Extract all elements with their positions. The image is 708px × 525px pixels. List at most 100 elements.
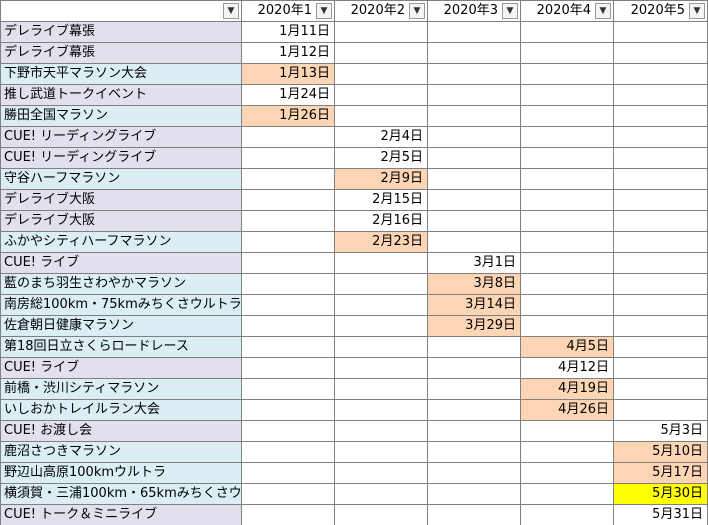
filter-dropdown-button[interactable]: ▼: [502, 3, 518, 19]
empty-cell[interactable]: [614, 64, 708, 85]
event-name-cell[interactable]: デレライブ大阪: [0, 190, 242, 211]
event-name-cell[interactable]: デレライブ大阪: [0, 211, 242, 232]
date-cell[interactable]: 2月16日: [335, 211, 428, 232]
date-cell[interactable]: 1月12日: [242, 43, 335, 64]
empty-cell[interactable]: [614, 232, 708, 253]
date-cell[interactable]: 3月8日: [428, 274, 521, 295]
date-cell[interactable]: 4月5日: [521, 337, 614, 358]
event-name-cell[interactable]: CUE! お渡し会: [0, 421, 242, 442]
event-name-cell[interactable]: 横須賀・三浦100km・65kmみちくさウルトラ: [0, 484, 242, 505]
date-cell[interactable]: 5月31日: [614, 505, 708, 525]
event-name-cell[interactable]: 南房総100km・75kmみちくさウルトラマラソン: [0, 295, 242, 316]
empty-cell[interactable]: [242, 253, 335, 274]
date-cell[interactable]: 5月17日: [614, 463, 708, 484]
empty-cell[interactable]: [428, 442, 521, 463]
filter-dropdown-button[interactable]: ▼: [316, 3, 332, 19]
empty-cell[interactable]: [242, 463, 335, 484]
empty-cell[interactable]: [521, 22, 614, 43]
empty-cell[interactable]: [614, 274, 708, 295]
event-name-cell[interactable]: 下野市天平マラソン大会: [0, 64, 242, 85]
empty-cell[interactable]: [242, 379, 335, 400]
empty-cell[interactable]: [335, 358, 428, 379]
empty-cell[interactable]: [428, 64, 521, 85]
empty-cell[interactable]: [242, 211, 335, 232]
date-cell[interactable]: 2月4日: [335, 127, 428, 148]
date-cell[interactable]: 2月5日: [335, 148, 428, 169]
empty-cell[interactable]: [521, 505, 614, 525]
filter-dropdown-button[interactable]: ▼: [595, 3, 611, 19]
empty-cell[interactable]: [242, 127, 335, 148]
empty-cell[interactable]: [614, 337, 708, 358]
empty-cell[interactable]: [614, 148, 708, 169]
empty-cell[interactable]: [614, 127, 708, 148]
filter-dropdown-button[interactable]: ▼: [409, 3, 425, 19]
empty-cell[interactable]: [242, 274, 335, 295]
empty-cell[interactable]: [335, 295, 428, 316]
empty-cell[interactable]: [428, 463, 521, 484]
empty-cell[interactable]: [521, 421, 614, 442]
empty-cell[interactable]: [242, 148, 335, 169]
date-cell[interactable]: 4月26日: [521, 400, 614, 421]
empty-cell[interactable]: [521, 442, 614, 463]
empty-cell[interactable]: [335, 463, 428, 484]
date-cell[interactable]: 3月14日: [428, 295, 521, 316]
empty-cell[interactable]: [428, 505, 521, 525]
empty-cell[interactable]: [614, 253, 708, 274]
empty-cell[interactable]: [614, 106, 708, 127]
empty-cell[interactable]: [521, 274, 614, 295]
empty-cell[interactable]: [614, 22, 708, 43]
empty-cell[interactable]: [335, 400, 428, 421]
empty-cell[interactable]: [521, 85, 614, 106]
filter-dropdown-button[interactable]: ▼: [689, 3, 705, 19]
empty-cell[interactable]: [242, 421, 335, 442]
date-cell[interactable]: 4月19日: [521, 379, 614, 400]
empty-cell[interactable]: [521, 106, 614, 127]
empty-cell[interactable]: [428, 337, 521, 358]
empty-cell[interactable]: [428, 22, 521, 43]
empty-cell[interactable]: [242, 505, 335, 525]
empty-cell[interactable]: [242, 484, 335, 505]
empty-cell[interactable]: [614, 211, 708, 232]
empty-cell[interactable]: [335, 421, 428, 442]
empty-cell[interactable]: [521, 64, 614, 85]
empty-cell[interactable]: [428, 232, 521, 253]
date-cell[interactable]: 2月15日: [335, 190, 428, 211]
empty-cell[interactable]: [242, 316, 335, 337]
empty-cell[interactable]: [521, 463, 614, 484]
empty-cell[interactable]: [428, 484, 521, 505]
event-name-cell[interactable]: デレライブ幕張: [0, 43, 242, 64]
date-cell[interactable]: 1月11日: [242, 22, 335, 43]
date-cell[interactable]: 2月23日: [335, 232, 428, 253]
empty-cell[interactable]: [242, 295, 335, 316]
empty-cell[interactable]: [428, 106, 521, 127]
date-cell[interactable]: 5月10日: [614, 442, 708, 463]
empty-cell[interactable]: [242, 190, 335, 211]
empty-cell[interactable]: [428, 148, 521, 169]
event-name-cell[interactable]: いしおかトレイルラン大会: [0, 400, 242, 421]
event-name-cell[interactable]: 前橋・渋川シティマラソン: [0, 379, 242, 400]
date-cell[interactable]: 1月24日: [242, 85, 335, 106]
empty-cell[interactable]: [335, 274, 428, 295]
empty-cell[interactable]: [242, 442, 335, 463]
empty-cell[interactable]: [242, 337, 335, 358]
event-name-cell[interactable]: 守谷ハーフマラソン: [0, 169, 242, 190]
date-cell[interactable]: 5月3日: [614, 421, 708, 442]
event-name-cell[interactable]: デレライブ幕張: [0, 22, 242, 43]
date-cell[interactable]: 5月30日: [614, 484, 708, 505]
empty-cell[interactable]: [242, 358, 335, 379]
event-name-cell[interactable]: 第18回日立さくらロードレース: [0, 337, 242, 358]
event-name-cell[interactable]: 鹿沼さつきマラソン: [0, 442, 242, 463]
empty-cell[interactable]: [335, 337, 428, 358]
empty-cell[interactable]: [614, 43, 708, 64]
event-name-cell[interactable]: 藍のまち羽生さわやかマラソン: [0, 274, 242, 295]
empty-cell[interactable]: [521, 211, 614, 232]
date-cell[interactable]: 3月1日: [428, 253, 521, 274]
empty-cell[interactable]: [428, 190, 521, 211]
empty-cell[interactable]: [335, 253, 428, 274]
empty-cell[interactable]: [521, 484, 614, 505]
empty-cell[interactable]: [614, 358, 708, 379]
empty-cell[interactable]: [614, 169, 708, 190]
empty-cell[interactable]: [521, 43, 614, 64]
event-name-cell[interactable]: CUE! リーディングライブ: [0, 127, 242, 148]
event-name-cell[interactable]: CUE! ライブ: [0, 253, 242, 274]
